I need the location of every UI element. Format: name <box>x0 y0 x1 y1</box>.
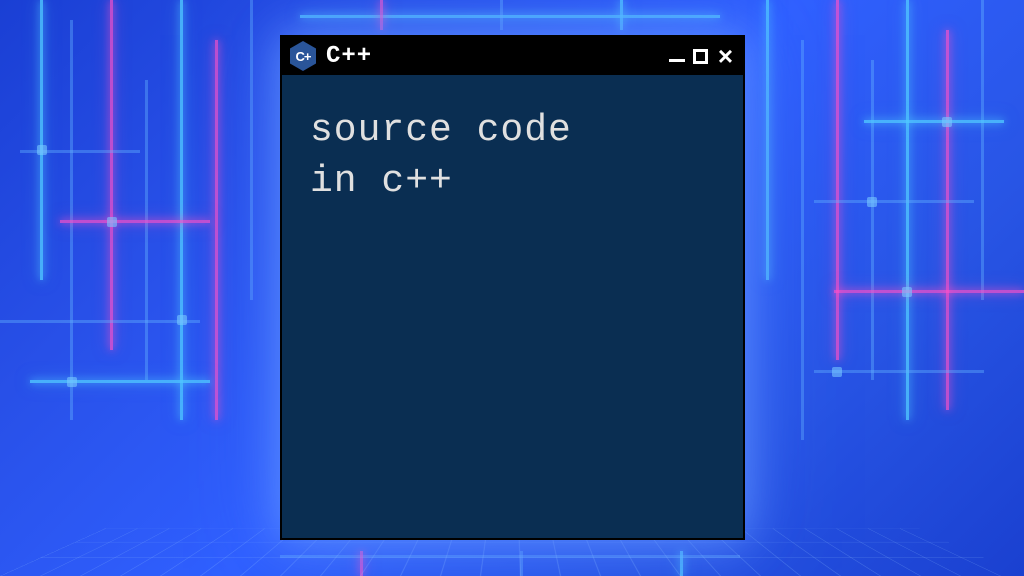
content-line-1: source code <box>310 105 715 156</box>
minimize-button[interactable] <box>669 59 685 62</box>
content-area: source code in c++ <box>282 75 743 238</box>
content-line-2: in c++ <box>310 156 715 207</box>
title-left: C+ C++ <box>290 41 372 71</box>
close-button[interactable]: × <box>718 43 733 69</box>
cpp-logo-icon: C+ <box>290 41 316 71</box>
titlebar[interactable]: C+ C++ × <box>282 37 743 75</box>
window-controls: × <box>669 43 733 69</box>
terminal-window: C+ C++ × source code in c++ <box>280 35 745 540</box>
maximize-button[interactable] <box>693 49 708 64</box>
window-title: C++ <box>326 43 372 70</box>
logo-text: C+ <box>296 49 311 64</box>
